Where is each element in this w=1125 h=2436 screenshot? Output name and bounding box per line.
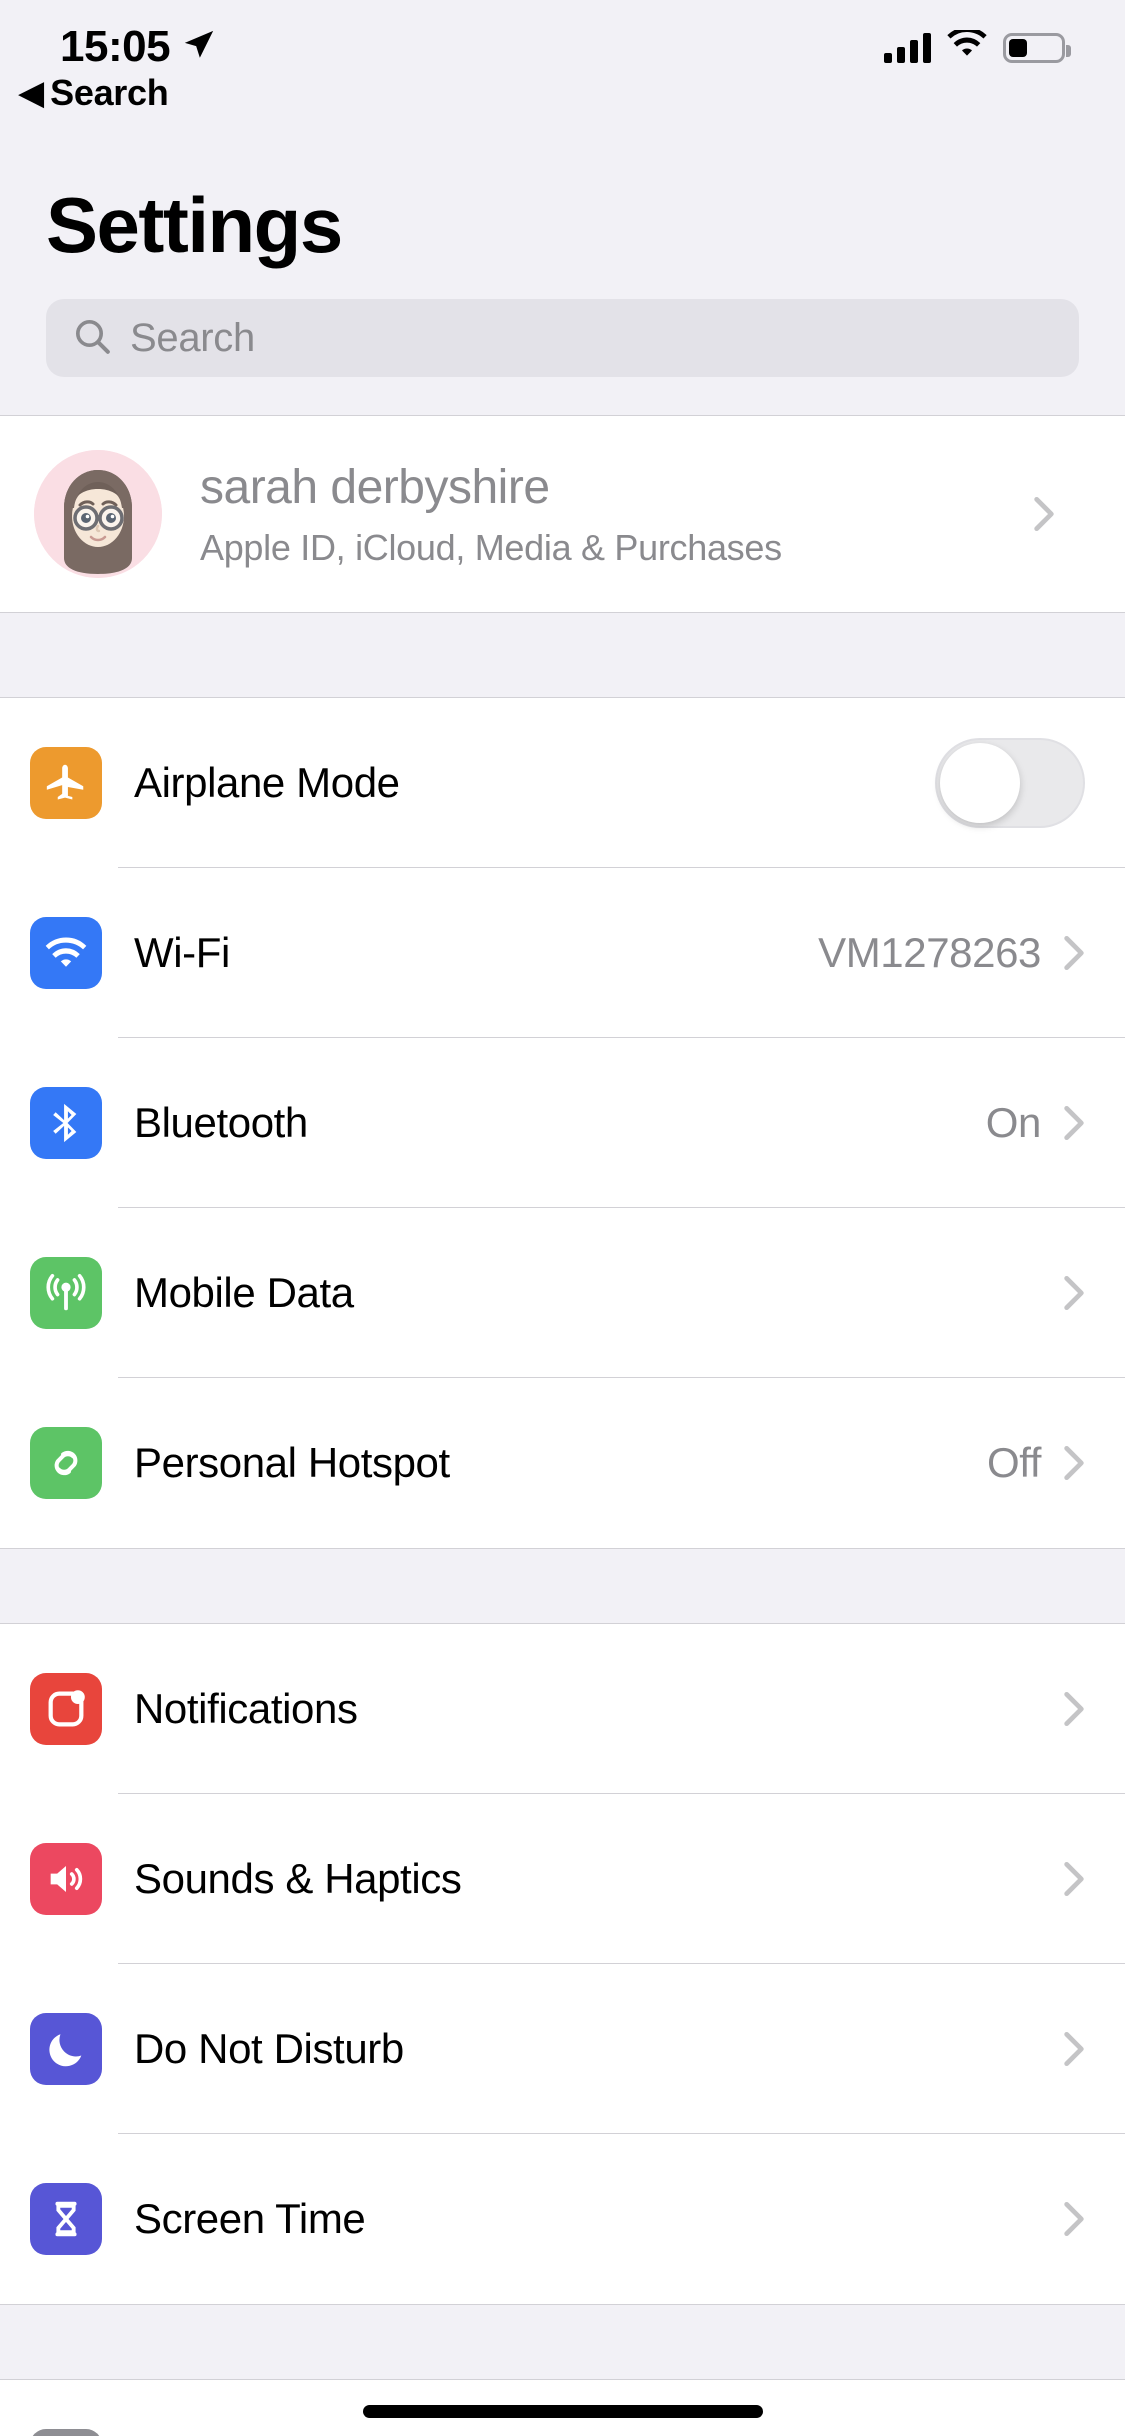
battery-icon [1003, 32, 1071, 63]
settings-row-label: Bluetooth [134, 1099, 308, 1146]
bluetooth-icon [30, 1087, 102, 1159]
chevron-right-icon [1063, 1444, 1085, 1482]
chevron-right-icon [1063, 934, 1085, 972]
chevron-right-icon [1063, 2030, 1085, 2068]
home-indicator [362, 2405, 763, 2418]
search-input[interactable]: Search [46, 299, 1079, 377]
chevron-right-icon [1033, 495, 1055, 533]
hourglass-icon [30, 2183, 102, 2255]
settings-row-label: Wi-Fi [134, 929, 230, 976]
settings-row-label: Mobile Data [134, 1269, 354, 1316]
page-title: Settings [46, 181, 343, 269]
airplane-icon [30, 747, 102, 819]
settings-group-connectivity: Airplane Mode Wi-Fi VM1278263 Bluetooth … [0, 697, 1125, 1549]
settings-screen: 15:05 ◀ Search Settings Search sarah der… [0, 0, 1125, 2436]
settings-row-bluetooth[interactable]: Bluetooth On [0, 1038, 1125, 1208]
airplane-mode-toggle[interactable] [935, 738, 1085, 828]
search-icon [72, 316, 112, 361]
section-gap-1 [0, 613, 1125, 697]
wifi-icon [30, 917, 102, 989]
settings-row-label: Sounds & Haptics [134, 1855, 462, 1902]
search-placeholder: Search [130, 315, 255, 360]
settings-row-label: Do Not Disturb [134, 2025, 404, 2072]
chevron-right-icon [1063, 2200, 1085, 2238]
apple-id-subtitle: Apple ID, iCloud, Media & Purchases [200, 526, 782, 568]
settings-group-alerts: Notifications Sounds & Haptics Do Not Di… [0, 1623, 1125, 2305]
moon-icon [30, 2013, 102, 2085]
section-gap-3 [0, 2305, 1125, 2379]
status-bar: 15:05 ◀ Search [0, 0, 1125, 114]
settings-row-label: Airplane Mode [134, 759, 400, 806]
chevron-right-icon [1063, 1690, 1085, 1728]
chevron-right-icon [1063, 1860, 1085, 1898]
settings-row-label: Personal Hotspot [134, 1439, 450, 1486]
settings-row-label: Screen Time [134, 2195, 366, 2242]
back-button-label: Search [50, 72, 169, 113]
wifi-network-value: VM1278263 [818, 929, 1041, 976]
cellular-signal-icon [884, 32, 931, 63]
settings-row-screen-time[interactable]: Screen Time [0, 2134, 1125, 2304]
status-bar-left: 15:05 [60, 22, 216, 72]
settings-row-mobile-data[interactable]: Mobile Data [0, 1208, 1125, 1378]
chevron-right-icon [1063, 1274, 1085, 1312]
apple-id-text: sarah derbyshire Apple ID, iCloud, Media… [200, 460, 1033, 569]
apple-id-name: sarah derbyshire [200, 460, 550, 514]
settings-row-label: Notifications [134, 1685, 358, 1732]
wifi-icon [947, 27, 987, 65]
back-button[interactable]: ◀ Search [18, 72, 169, 114]
bluetooth-status-value: On [985, 1099, 1042, 1146]
status-bar-right [884, 27, 1071, 65]
memoji-avatar [34, 450, 162, 578]
mobile-data-icon [30, 1257, 102, 1329]
notifications-icon [30, 1673, 102, 1745]
location-arrow-icon [182, 28, 216, 67]
settings-row-do-not-disturb[interactable]: Do Not Disturb [0, 1964, 1125, 2134]
section-gap-2 [0, 1549, 1125, 1623]
back-chevron-icon: ◀ [18, 74, 45, 112]
settings-row-airplane-mode[interactable]: Airplane Mode [0, 698, 1125, 868]
search-bar-wrapper: Search [46, 271, 1079, 415]
settings-row-personal-hotspot[interactable]: Personal Hotspot Off [0, 1378, 1125, 1548]
chevron-right-icon [1063, 1104, 1085, 1142]
sounds-icon [30, 1843, 102, 1915]
apple-id-row[interactable]: sarah derbyshire Apple ID, iCloud, Media… [0, 415, 1125, 613]
gear-icon [30, 2429, 102, 2436]
settings-row-wifi[interactable]: Wi-Fi VM1278263 [0, 868, 1125, 1038]
settings-row-notifications[interactable]: Notifications [0, 1624, 1125, 1794]
settings-row-sounds-haptics[interactable]: Sounds & Haptics [0, 1794, 1125, 1964]
hotspot-status-value: Off [986, 1439, 1041, 1486]
hotspot-icon [30, 1427, 102, 1499]
header: Settings Search [0, 112, 1125, 415]
status-bar-clock: 15:05 [60, 22, 171, 71]
